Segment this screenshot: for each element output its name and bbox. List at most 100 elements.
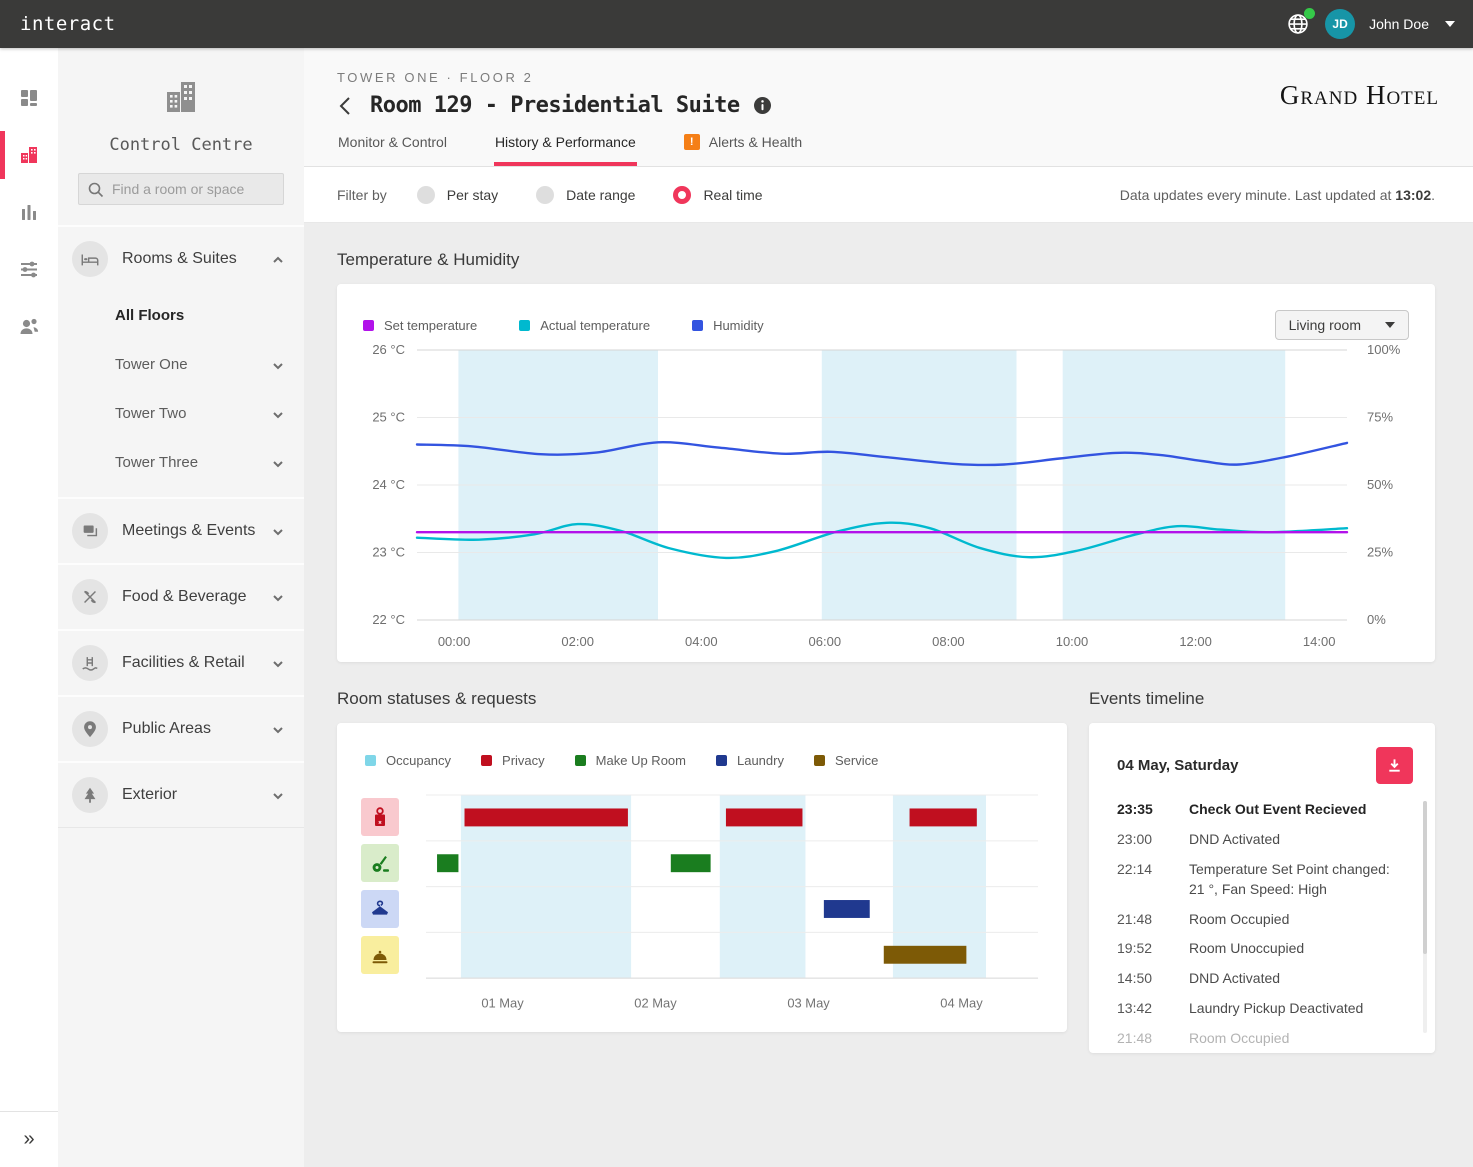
sidebar-item-tower-three[interactable]: Tower Three [58,438,304,487]
rail-item-analytics[interactable] [0,190,58,234]
back-chevron-icon [337,96,353,116]
avatar[interactable]: JD [1325,9,1355,39]
users-icon [18,315,40,337]
sidebar-item-tower-one[interactable]: Tower One [58,340,304,389]
sidebar-item-exterior[interactable]: Exterior [58,763,304,827]
presentation-icon [80,521,100,541]
chevron-down-icon [272,724,284,736]
radio-real-time[interactable]: Real time [673,186,762,204]
rail-item-dashboard[interactable] [0,76,58,120]
icon-rail: » [0,48,58,1167]
svg-text:25 °C: 25 °C [372,410,405,425]
sidebar-item-label: Public Areas [122,720,272,738]
sidebar-item-meetings-events[interactable]: Meetings & Events [58,499,304,563]
hotel-logo: Grand Hotel [1280,80,1439,111]
svg-text:08:00: 08:00 [932,634,965,649]
content-area: Temperature & Humidity Set temperature A… [304,223,1473,1167]
svg-text:75%: 75% [1367,410,1393,425]
sidebar-item-tower-two[interactable]: Tower Two [58,389,304,438]
sidebar-item-public-areas[interactable]: Public Areas [58,697,304,761]
info-button[interactable] [753,96,772,115]
tab-monitor-control[interactable]: Monitor & Control [337,118,448,166]
sidebar-item-label: Rooms & Suites [122,250,272,268]
sliders-icon [18,258,40,280]
sidebar-item-all-floors[interactable]: All Floors [58,291,304,340]
rail-item-settings[interactable] [0,247,58,291]
sidebar-item-food-beverage[interactable]: Food & Beverage [58,565,304,629]
sidebar-section-facilities: Facilities & Retail [58,629,304,695]
legend-swatch [692,320,703,331]
service-bell-icon [369,944,391,966]
legend-set-temperature: Set temperature [363,318,477,333]
tab-bar: Monitor & Control History & Performance … [304,118,1473,167]
online-status-dot [1304,8,1315,19]
sidebar-item-label: Food & Beverage [122,588,272,606]
buildings-icon [18,144,40,166]
back-button[interactable] [337,96,353,116]
chevron-down-icon [272,790,284,802]
language-globe-button[interactable] [1285,11,1311,37]
svg-text:06:00: 06:00 [809,634,842,649]
page-title: Room 129 - Presidential Suite [370,93,740,118]
chevron-down-icon [272,526,284,538]
tab-history-performance[interactable]: History & Performance [494,118,637,166]
status-legend: Occupancy Privacy Make Up Room [361,743,1043,768]
clothes-hanger-icon [369,898,391,920]
event-item: 19:52Room Unoccupied [1117,939,1395,959]
event-item: 23:00DND Activated [1117,830,1395,850]
user-name: John Doe [1369,16,1429,32]
temp-legend: Set temperature Actual temperature Humid… [359,300,1413,340]
scrollbar-thumb[interactable] [1423,801,1427,954]
svg-text:04 May: 04 May [940,996,983,1011]
rail-item-users[interactable] [0,304,58,348]
svg-text:01 May: 01 May [481,996,524,1011]
room-search[interactable] [78,173,284,205]
svg-text:24 °C: 24 °C [372,477,405,492]
bed-icon [80,249,100,269]
expand-sidebar-button[interactable]: » [0,1111,58,1167]
temp-chart-title: Temperature & Humidity [337,250,1435,270]
sidebar-section-public: Public Areas [58,695,304,761]
temperature-humidity-chart: 26 °C100%25 °C75%24 °C50%23 °C25%22 °C0%… [359,340,1411,658]
sidebar-item-label: Facilities & Retail [122,654,272,672]
top-bar: interact JD John Doe [0,0,1473,48]
legend-swatch [365,755,376,766]
event-item: 22:14Temperature Set Point changed: 21 °… [1117,860,1395,900]
sidebar-item-rooms-suites[interactable]: Rooms & Suites [58,227,304,291]
legend-make-up-room: Make Up Room [575,753,686,768]
legend-swatch [363,320,374,331]
cutlery-icon [80,587,100,607]
room-selector-dropdown[interactable]: Living room [1275,310,1409,340]
legend-occupancy: Occupancy [365,753,451,768]
tab-alerts-health[interactable]: ! Alerts & Health [683,118,803,166]
legend-actual-temperature: Actual temperature [519,318,650,333]
radio-per-stay[interactable]: Per stay [417,186,498,204]
status-row-icons [361,794,399,1020]
svg-text:10:00: 10:00 [1056,634,1089,649]
breadcrumb: TOWER ONE · FLOOR 2 [337,70,1435,85]
search-input[interactable] [112,181,275,197]
events-list: 23:35Check Out Event Recieved 23:00DND A… [1117,800,1413,1049]
radio-date-range[interactable]: Date range [536,186,635,204]
analytics-icon [18,201,40,223]
legend-laundry: Laundry [716,753,784,768]
svg-text:12:00: 12:00 [1179,634,1212,649]
svg-text:03 May: 03 May [787,996,830,1011]
map-pin-icon [80,719,100,739]
svg-text:25%: 25% [1367,545,1393,560]
chevron-down-icon [272,360,284,372]
legend-swatch [716,755,727,766]
filter-bar: Filter by Per stay Date range Real time … [304,167,1473,223]
tree-icon [80,785,100,805]
rail-item-control-centre[interactable] [0,133,58,177]
sidebar-section-exterior: Exterior [58,761,304,827]
events-scrollbar[interactable] [1423,801,1427,1033]
sidebar-item-facilities-retail[interactable]: Facilities & Retail [58,631,304,695]
status-chart-title: Room statuses & requests [337,689,1067,709]
update-note: Data updates every minute. Last updated … [1120,187,1435,203]
warning-icon: ! [684,134,700,150]
temperature-panel: Set temperature Actual temperature Humid… [337,284,1435,662]
download-events-button[interactable] [1376,747,1413,784]
legend-swatch [575,755,586,766]
user-menu-caret-icon[interactable] [1445,21,1455,27]
